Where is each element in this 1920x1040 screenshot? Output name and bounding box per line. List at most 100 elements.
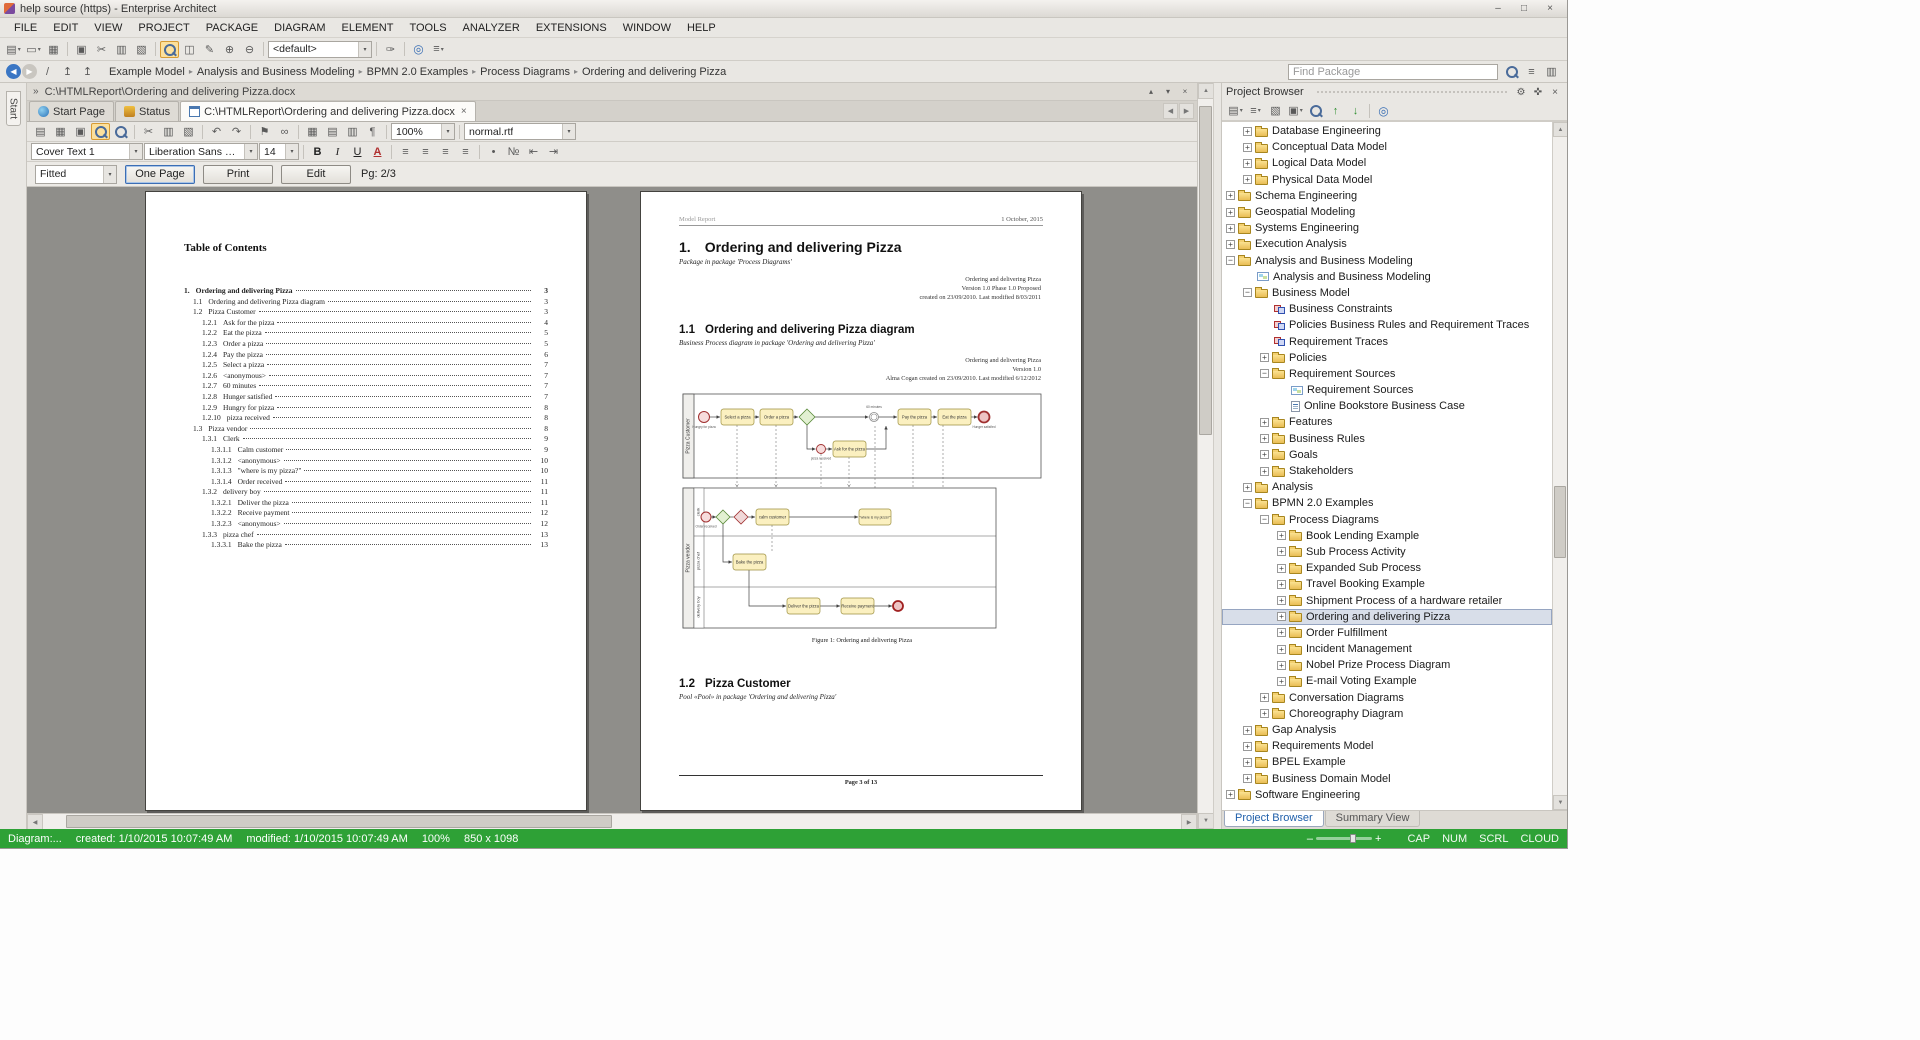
breadcrumb-item[interactable]: Ordering and delivering Pizza xyxy=(578,66,730,78)
dropdown-arrow-icon[interactable]: ▾ xyxy=(285,144,298,159)
expand-toggle-icon[interactable]: + xyxy=(1277,612,1286,621)
font-size-combo[interactable]: 14▾ xyxy=(259,143,299,160)
tree-item[interactable]: + Choreography Diagram xyxy=(1222,706,1552,722)
cut-icon[interactable]: ✂ xyxy=(139,123,158,140)
expand-toggle-icon[interactable]: + xyxy=(1243,175,1252,184)
edit-button[interactable]: Edit xyxy=(281,165,351,184)
tree-item[interactable]: + Gap Analysis xyxy=(1222,722,1552,738)
help-sphere-icon[interactable]: ◎ xyxy=(409,41,428,58)
tree-item[interactable]: + Features xyxy=(1222,414,1552,430)
menu-item[interactable]: EXTENSIONS xyxy=(528,22,615,34)
dropdown-arrow-icon[interactable]: ▾ xyxy=(129,144,142,159)
tree-item[interactable]: + Nobel Prize Process Diagram xyxy=(1222,657,1552,673)
tab-scroll-right-icon[interactable]: ▶ xyxy=(1179,103,1194,119)
scroll-up-icon[interactable]: ▲ xyxy=(1198,83,1214,99)
document-canvas[interactable]: Table of Contents 1. Ordering and delive… xyxy=(27,187,1197,813)
tree-item[interactable]: Online Bookstore Business Case xyxy=(1222,398,1552,414)
tree-item[interactable]: + Goals xyxy=(1222,447,1552,463)
font-combo[interactable]: Liberation Sans Narrow▾ xyxy=(144,143,258,160)
expand-toggle-icon[interactable] xyxy=(1260,304,1271,315)
indent-icon[interactable]: ⇥ xyxy=(544,143,563,160)
tree-item[interactable]: + Order Fulfillment xyxy=(1222,625,1552,641)
expand-toggle-icon[interactable] xyxy=(1243,271,1254,282)
menu-item[interactable]: ELEMENT xyxy=(333,22,401,34)
tree-item[interactable]: − Analysis and Business Modeling xyxy=(1222,253,1552,269)
tab-scroll-left-icon[interactable]: ◀ xyxy=(1163,103,1178,119)
zoom-combo[interactable]: 100%▾ xyxy=(391,123,455,140)
maximize-button[interactable]: □ xyxy=(1511,2,1537,16)
expand-toggle-icon[interactable]: + xyxy=(1226,790,1235,799)
expand-toggle-icon[interactable]: + xyxy=(1226,224,1235,233)
tree-item[interactable]: Policies Business Rules and Requirement … xyxy=(1222,317,1552,333)
perspective-combo[interactable]: <default>▾ xyxy=(268,41,372,58)
breadcrumb-item[interactable]: Process Diagrams xyxy=(476,66,574,78)
tree-item[interactable]: + Policies xyxy=(1222,350,1552,366)
expand-toggle-icon[interactable]: + xyxy=(1277,580,1286,589)
minimize-button[interactable]: – xyxy=(1485,2,1511,16)
scroll-down-icon[interactable]: ▼ xyxy=(1198,813,1214,829)
align-left-icon[interactable]: ≡ xyxy=(396,143,415,160)
align-center-icon[interactable]: ≡ xyxy=(416,143,435,160)
menu-item[interactable]: PACKAGE xyxy=(198,22,266,34)
tree-item[interactable]: + BPEL Example xyxy=(1222,754,1552,770)
tree-item[interactable]: + Business Rules xyxy=(1222,431,1552,447)
zoom-out-icon[interactable]: – xyxy=(1307,833,1313,845)
new-document-icon[interactable]: ▤▾ xyxy=(4,41,23,58)
tree-item[interactable]: + Software Engineering xyxy=(1222,787,1552,803)
dropdown-arrow-icon[interactable]: ▾ xyxy=(441,124,454,139)
copy-icon[interactable]: ▥ xyxy=(159,123,178,140)
tree-item[interactable]: + Business Domain Model xyxy=(1222,771,1552,787)
expand-toggle-icon[interactable]: − xyxy=(1243,499,1252,508)
dropdown-arrow-icon[interactable]: ▾ xyxy=(244,144,257,159)
style-combo[interactable]: Cover Text 1▾ xyxy=(31,143,143,160)
expand-toggle-icon[interactable]: + xyxy=(1243,483,1252,492)
menu-item[interactable]: EDIT xyxy=(45,22,86,34)
tree-item[interactable]: + Incident Management xyxy=(1222,641,1552,657)
tree-item[interactable]: + E-mail Voting Example xyxy=(1222,673,1552,689)
move-down-icon[interactable]: ↓ xyxy=(1346,102,1365,119)
tree-item[interactable]: − Business Model xyxy=(1222,285,1552,301)
menu-item[interactable]: ANALYZER xyxy=(455,22,528,34)
paste-icon[interactable]: ▧ xyxy=(132,41,151,58)
italic-icon[interactable]: I xyxy=(328,143,347,160)
insert-table-icon[interactable]: ▦ xyxy=(303,123,322,140)
breadcrumb-item[interactable]: Example Model xyxy=(105,66,189,78)
new-element-icon[interactable]: ▣▾ xyxy=(1286,102,1305,119)
open-project-icon[interactable]: ▭▾ xyxy=(24,41,43,58)
expand-toggle-icon[interactable]: + xyxy=(1260,467,1269,476)
table-row-icon[interactable]: ▤ xyxy=(323,123,342,140)
scrollbar-thumb[interactable] xyxy=(66,815,612,828)
save-icon[interactable]: ▦ xyxy=(51,123,70,140)
close-icon[interactable]: × xyxy=(1177,85,1193,99)
document-tab[interactable]: C:\HTMLReport\Ordering and delivering Pi… xyxy=(180,101,476,121)
tree-item[interactable]: + Geospatial Modeling xyxy=(1222,204,1552,220)
expand-toggle-icon[interactable]: + xyxy=(1243,127,1252,136)
expand-toggle-icon[interactable]: + xyxy=(1260,709,1269,718)
scroll-left-icon[interactable]: ◀ xyxy=(27,814,43,829)
zoom-in-icon[interactable]: ⊕ xyxy=(220,41,239,58)
expand-toggle-icon[interactable]: + xyxy=(1277,661,1286,670)
tree-item[interactable]: − Process Diagrams xyxy=(1222,512,1552,528)
expand-toggle-icon[interactable]: + xyxy=(1277,531,1286,540)
expand-toggle-icon[interactable]: + xyxy=(1277,628,1286,637)
scroll-up-icon[interactable]: ▴ xyxy=(1143,85,1159,99)
copy-icon[interactable]: ▥ xyxy=(112,41,131,58)
table-column-icon[interactable]: ▥ xyxy=(343,123,362,140)
template-combo[interactable]: normal.rtf▾ xyxy=(464,123,576,140)
print-button[interactable]: Print xyxy=(203,165,273,184)
expand-toggle-icon[interactable]: + xyxy=(1226,191,1235,200)
tree-item[interactable]: + Ordering and delivering Pizza xyxy=(1222,609,1552,625)
expand-toggle-icon[interactable]: + xyxy=(1260,353,1269,362)
move-up-icon[interactable]: ↑ xyxy=(1326,102,1345,119)
tree-item[interactable]: + Conversation Diagrams xyxy=(1222,690,1552,706)
tree-item[interactable]: + Expanded Sub Process xyxy=(1222,560,1552,576)
start-dock-tab[interactable]: Start xyxy=(6,91,21,126)
align-justify-icon[interactable]: ≡ xyxy=(456,143,475,160)
one-page-button[interactable]: One Page xyxy=(125,165,195,184)
expand-toggle-icon[interactable]: + xyxy=(1226,240,1235,249)
tree-item[interactable]: + Conceptual Data Model xyxy=(1222,139,1552,155)
drag-grip[interactable] xyxy=(1316,90,1507,95)
expand-toggle-icon[interactable]: + xyxy=(1260,450,1269,459)
new-document-icon[interactable]: ▤ xyxy=(31,123,50,140)
document-tab[interactable]: Status × xyxy=(115,101,179,121)
